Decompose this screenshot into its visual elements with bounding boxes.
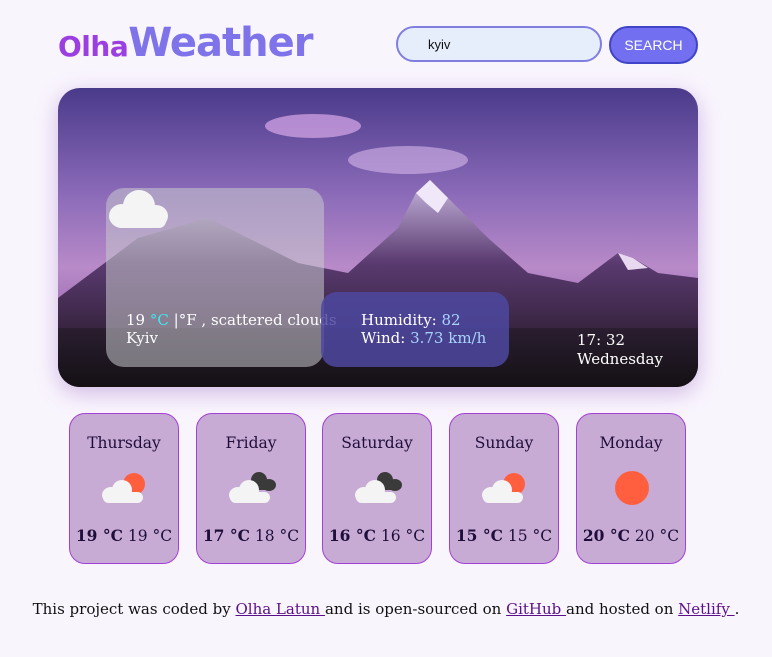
footer: This project was coded by Olha Latun and…: [0, 600, 772, 618]
forecast-temps: 16 °C 16 °C: [323, 526, 431, 545]
current-temperature: 19: [126, 311, 146, 329]
forecast-day: Saturday: [341, 434, 413, 452]
forecast-card-sunday: Sunday 15 °C 15 °C: [449, 413, 559, 564]
wind-value: 3.73 km/h: [410, 329, 487, 347]
current-conditions-card: 19 °C |°F , scattered clouds Kyiv: [106, 188, 337, 367]
netlify-link[interactable]: Netlify: [678, 600, 734, 618]
forecast-card-friday: Friday 17 °C 18 °C: [196, 413, 306, 564]
current-weather-panel: 19 °C |°F , scattered clouds Kyiv Humidi…: [58, 88, 698, 387]
forecast-max: 16 °C: [328, 526, 376, 545]
fahrenheit-link[interactable]: °F: [179, 311, 197, 329]
sun-cloud-icon: [482, 473, 525, 503]
forecast-min: 19 °C: [127, 527, 173, 545]
forecast-day: Friday: [225, 434, 277, 452]
current-temp-line: 19 °C |°F , scattered clouds: [126, 311, 337, 329]
search-input[interactable]: [396, 26, 602, 62]
weather-description: , scattered clouds: [201, 311, 337, 329]
forecast-day: Monday: [599, 434, 663, 452]
wind-line: Wind: 3.73 km/h: [361, 329, 486, 347]
dark-cloud-icon: [229, 472, 276, 503]
footer-text-1: This project was coded by: [32, 600, 236, 618]
current-day: Wednesday: [577, 350, 663, 368]
forecast-max: 15 °C: [455, 526, 503, 545]
logo-olha: Olha: [58, 30, 129, 63]
forecast-max: 17 °C: [202, 526, 250, 545]
humidity-line: Humidity: 82: [361, 311, 461, 329]
forecast-temps: 15 °C 15 °C: [450, 526, 558, 545]
author-link[interactable]: Olha Latun: [235, 600, 325, 618]
sun-icon: [615, 471, 649, 505]
humidity-value: 82: [441, 311, 461, 329]
forecast-card-thursday: Thursday 19 °C 19 °C: [69, 413, 179, 564]
forecast-min: 20 °C: [634, 527, 680, 545]
github-link[interactable]: GitHub: [506, 600, 566, 618]
dark-cloud-icon: [355, 472, 402, 503]
forecast-day: Thursday: [87, 434, 161, 452]
forecast-max: 19 °C: [75, 526, 123, 545]
humidity-label: Humidity:: [361, 311, 437, 329]
forecast-min: 18 °C: [254, 527, 300, 545]
date-time: 17: 32 Wednesday: [577, 331, 663, 369]
forecast-card-saturday: Saturday 16 °C 16 °C: [322, 413, 432, 564]
search-button[interactable]: SEARCH: [609, 26, 698, 64]
footer-text-3: and hosted on: [566, 600, 679, 618]
forecast-temps: 20 °C 20 °C: [577, 526, 685, 545]
weather-details-card: Humidity: 82 Wind: 3.73 km/h: [321, 292, 509, 367]
sun-cloud-icon: [102, 473, 145, 503]
forecast-max: 20 °C: [582, 526, 630, 545]
forecast-min: 16 °C: [380, 527, 426, 545]
forecast-min: 15 °C: [507, 527, 553, 545]
cloud-icon: [109, 190, 168, 228]
current-time: 17: 32: [577, 331, 625, 349]
footer-text-2: and is open-sourced on: [324, 600, 507, 618]
forecast-temps: 19 °C 19 °C: [70, 526, 178, 545]
celsius-link[interactable]: °C: [150, 311, 169, 329]
forecast-temps: 17 °C 18 °C: [197, 526, 305, 545]
logo: OlhaWeather: [58, 20, 314, 66]
city-name: Kyiv: [126, 329, 158, 347]
forecast-day: Sunday: [474, 434, 534, 452]
footer-text-4: .: [734, 600, 740, 618]
wind-label: Wind:: [361, 329, 406, 347]
logo-weather: Weather: [128, 20, 313, 66]
forecast-card-monday: Monday 20 °C 20 °C: [576, 413, 686, 564]
